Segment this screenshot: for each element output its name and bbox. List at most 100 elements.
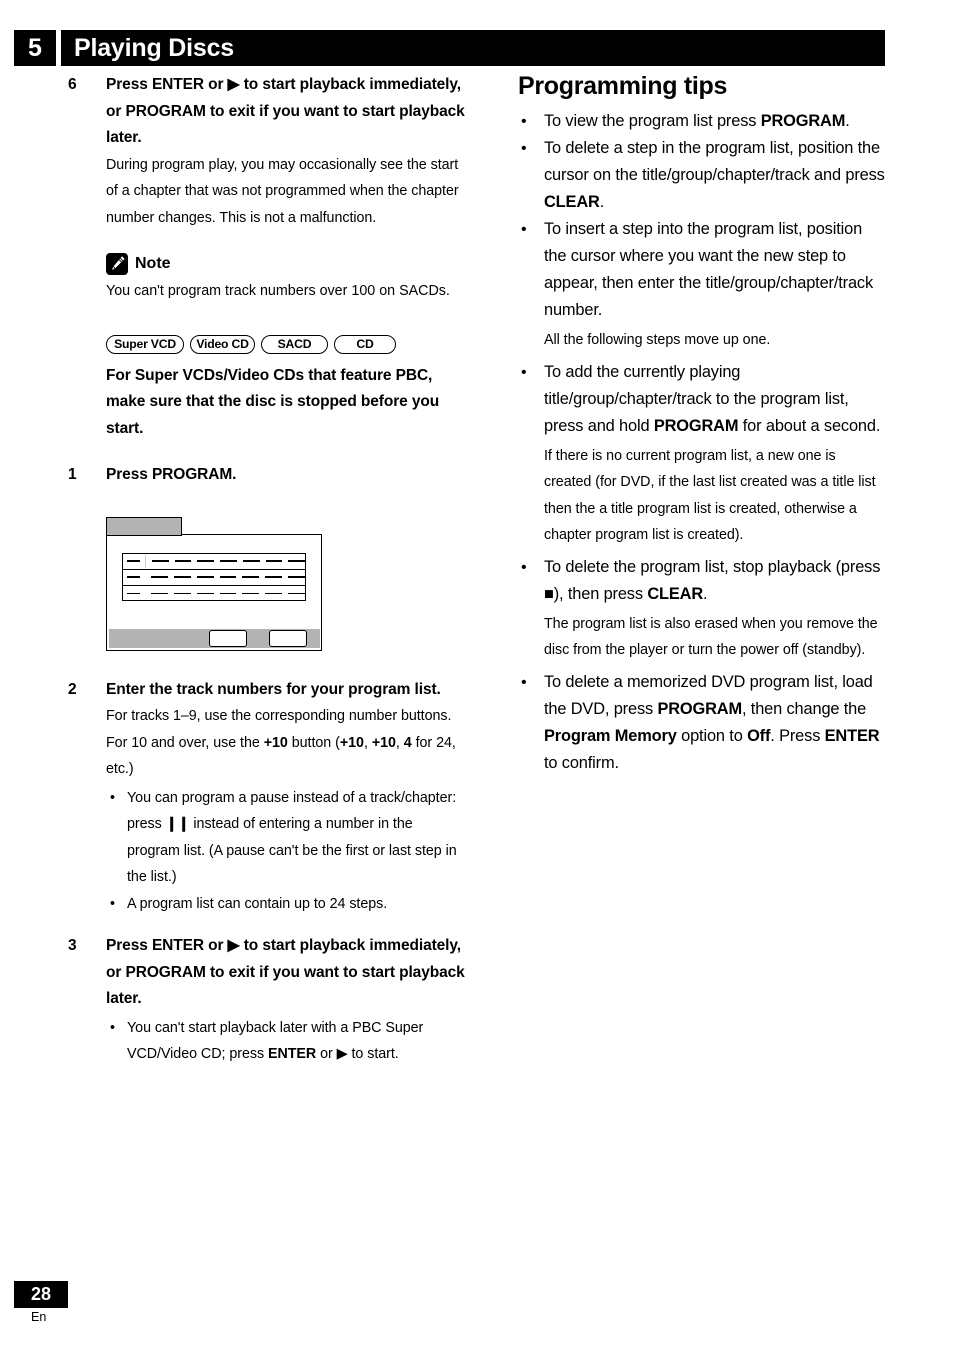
osd-table-row xyxy=(123,570,306,586)
tip-delete-program-list-note: The program list is also erased when you… xyxy=(544,615,878,659)
osd-dash xyxy=(265,560,283,562)
osd-dash xyxy=(196,576,214,578)
bullet-text-part1: A program list can contain up to 24 step… xyxy=(127,895,388,912)
step-2: 2 Enter the track numbers for your progr… xyxy=(68,677,468,783)
tip-text-part2: . xyxy=(845,112,850,130)
step-2-body-mid1: button ( xyxy=(287,734,340,751)
pbc-paragraph: For Super VCDs/Video CDs that feature PB… xyxy=(106,366,440,437)
bullet-dot-icon: • xyxy=(521,363,527,381)
tip-delete-step: • To delete a step in the program list, p… xyxy=(518,135,886,216)
osd-dash xyxy=(242,592,260,595)
step-2-body-mid3: , xyxy=(395,734,404,751)
tip-add-currently-playing-note: If there is no current program list, a n… xyxy=(544,447,876,544)
chapter-title: Playing Discs xyxy=(61,30,885,66)
osd-tab xyxy=(106,516,182,536)
step-2-plus10-c: +10 xyxy=(371,734,396,751)
osd-button-1 xyxy=(208,630,247,647)
osd-dash xyxy=(174,560,192,562)
tip-insert-step: • To insert a step into the program list,… xyxy=(518,216,886,324)
tip-delete-program-list: • To delete the program list, stop playba… xyxy=(518,554,886,608)
osd-dash xyxy=(150,592,168,595)
pencil-icon xyxy=(106,253,128,275)
tip-text-part2: . xyxy=(599,193,605,211)
bullet-dot-icon: • xyxy=(110,789,115,806)
programming-tips-title: Programming tips xyxy=(518,72,728,100)
osd-dash xyxy=(219,592,237,595)
tip-text-part3: option to xyxy=(676,726,748,745)
enter-key-label: ENTER xyxy=(267,1046,317,1062)
step-3-bullets: • You can't start playback later with a P… xyxy=(68,1015,468,1068)
osd-illustration-wrap xyxy=(68,516,468,651)
step-2-body-mid2: , xyxy=(363,734,372,751)
step-2-bullets: • You can program a pause instead of a tr… xyxy=(68,785,468,918)
osd-dash xyxy=(265,592,283,595)
tip-text-part2: . xyxy=(703,584,708,603)
step-1-heading: Press PROGRAM. xyxy=(106,466,237,483)
osd-row-divider xyxy=(145,554,147,568)
bullet-dot-icon: • xyxy=(521,113,527,130)
bullet-dot-icon: • xyxy=(110,895,115,912)
left-column: 6 Press ENTER or ▶ to start playback imm… xyxy=(68,72,468,1068)
disc-type-badges: Super VCD Video CD SACD CD xyxy=(68,334,468,354)
enter-key-label: ENTER xyxy=(824,726,880,745)
bullet-text-part2: or ▶ to start. xyxy=(316,1046,399,1062)
osd-dash xyxy=(197,560,215,562)
badge-sacd: SACD xyxy=(261,334,328,354)
osd-program-table xyxy=(122,552,306,602)
step-1: 1 Press PROGRAM. xyxy=(68,462,468,489)
osd-dash xyxy=(196,592,214,595)
page-header: 5 Playing Discs xyxy=(14,30,885,66)
osd-dash xyxy=(127,576,140,578)
tip-text-part1: To delete a step in the program list, po… xyxy=(544,139,885,184)
program-memory-option-label: Program Memory xyxy=(544,726,677,745)
step-3-number: 3 xyxy=(68,937,77,954)
note-header: Note xyxy=(106,253,468,275)
osd-dash xyxy=(220,560,237,562)
step-2-plus10-a: +10 xyxy=(263,734,288,751)
bullet-dot-icon: • xyxy=(521,673,527,691)
osd-dash xyxy=(242,560,260,562)
tip-insert-step-note: All the following steps move up one. xyxy=(544,332,771,348)
bullet-dot-icon: • xyxy=(521,140,527,157)
chapter-number-box: 5 xyxy=(14,30,56,66)
osd-footer-bar xyxy=(108,629,320,648)
osd-button-2 xyxy=(268,630,307,647)
tip-text-part2: for about a second. xyxy=(738,416,881,435)
badge-video-cd: Video CD xyxy=(190,334,255,354)
tip-text-part4: . Press xyxy=(770,726,825,745)
osd-dash xyxy=(265,576,283,578)
page-language-code: En xyxy=(31,1310,47,1324)
osd-dash xyxy=(150,576,168,578)
step-1-number: 1 xyxy=(68,466,77,483)
tip-text-part1: To insert a step into the program list, … xyxy=(544,220,874,319)
tip-add-currently-playing: • To add the currently playing title/grou… xyxy=(518,359,886,440)
step-6-number: 6 xyxy=(68,76,77,93)
osd-dash xyxy=(127,592,140,595)
tip-delete-memorized-list: • To delete a memorized DVD program list,… xyxy=(518,669,886,777)
osd-dash xyxy=(173,592,191,595)
page-number: 28 xyxy=(14,1281,68,1308)
list-item: • You can't start playback later with a P… xyxy=(106,1015,468,1068)
tip-view-program-list: • To view the program list press PROGRAM. xyxy=(518,108,886,135)
list-item: • You can program a pause instead of a tr… xyxy=(106,785,468,891)
step-6-body: During program play, you may occasionall… xyxy=(106,156,459,226)
osd-table-row xyxy=(123,554,306,570)
badge-super-vcd: Super VCD xyxy=(106,334,184,354)
step-2-plus10-b: +10 xyxy=(339,734,364,751)
badge-cd: CD xyxy=(334,334,396,354)
off-value-label: Off xyxy=(747,726,771,745)
bullet-dot-icon: • xyxy=(521,558,527,576)
osd-dash xyxy=(151,560,169,562)
step-3: 3 Press ENTER or ▶ to start playback imm… xyxy=(68,933,468,1013)
tip-text-part5: to confirm. xyxy=(544,753,619,772)
step-2-number: 2 xyxy=(68,680,77,698)
bullet-dot-icon: • xyxy=(110,1019,115,1036)
tip-text-part2: , then change the xyxy=(741,699,867,718)
step-3-heading: Press ENTER or ▶ to start playback immed… xyxy=(106,937,465,1007)
program-key-label: PROGRAM xyxy=(760,112,846,130)
note-text: You can't program track numbers over 100… xyxy=(106,283,450,299)
step-2-body: For tracks 1–9, use the corresponding nu… xyxy=(106,703,468,783)
osd-table-row xyxy=(123,586,306,602)
clear-key-label: CLEAR xyxy=(544,193,600,211)
note-block: Note You can't program track numbers ove… xyxy=(68,253,468,305)
